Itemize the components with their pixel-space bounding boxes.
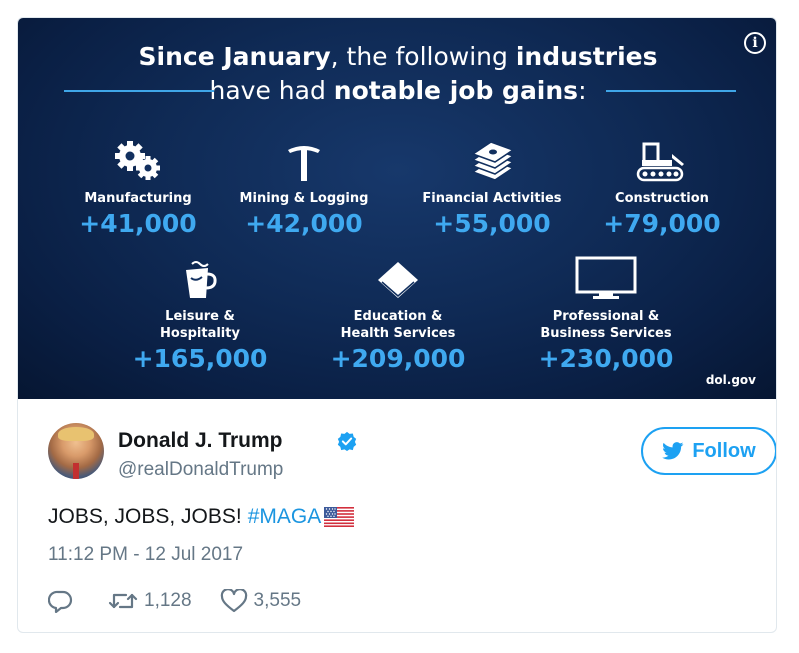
like-button[interactable]: 3,555 [220, 589, 302, 613]
like-count: 3,555 [253, 590, 302, 611]
headline-text-2: have had [209, 76, 334, 105]
tweet-text: JOBS, JOBS, JOBS! #MAGA [48, 505, 355, 529]
stat-value: +230,000 [538, 344, 674, 373]
stat-professional-business: Professional & Business Services +230,00… [516, 256, 696, 374]
headline-rule-left [64, 90, 214, 92]
infographic-headline: Since January, the following industries … [18, 40, 776, 108]
stat-label: Manufacturing [84, 191, 192, 206]
follow-label: Follow [692, 439, 756, 462]
source-label: dol.gov [705, 373, 756, 387]
tweet-card: i Since January, the following industrie… [17, 17, 777, 633]
stat-construction: Construction +79,000 [572, 138, 752, 239]
stat-label: Professional & Business Services [516, 308, 696, 342]
coffee-cup-icon [110, 256, 290, 300]
stat-financial-activities: Financial Activities +55,000 [402, 138, 582, 239]
heart-icon [220, 589, 247, 613]
reply-icon [48, 590, 73, 613]
stat-label-line: Leisure & [165, 309, 235, 324]
stat-leisure-hospitality: Leisure & Hospitality +165,000 [110, 256, 290, 374]
headline-rule-right [606, 90, 736, 92]
headline-bold-3: notable job gains [333, 76, 579, 105]
stat-label-line: Education & [353, 309, 443, 324]
headline-bold-1: Since January [138, 42, 331, 71]
stat-value: +42,000 [245, 209, 363, 238]
stat-label-line: Business Services [540, 326, 672, 341]
gears-icon [48, 138, 228, 182]
tweet-timestamp[interactable]: 11:12 PM - 12 Jul 2017 [48, 544, 243, 566]
retweet-count: 1,128 [144, 590, 192, 611]
us-flag-icon [324, 507, 355, 527]
stat-value: +55,000 [433, 209, 551, 238]
stat-label-line: Professional & [552, 309, 660, 324]
stat-mining-logging: Mining & Logging +42,000 [214, 138, 394, 239]
follow-button[interactable]: Follow [641, 427, 776, 475]
money-stack-icon [402, 138, 582, 182]
stat-value: +165,000 [132, 344, 268, 373]
stat-value: +79,000 [603, 209, 721, 238]
verified-badge-icon [337, 431, 357, 451]
retweet-icon [108, 593, 138, 609]
stat-value: +41,000 [79, 209, 197, 238]
monitor-icon [516, 256, 696, 300]
stat-label: Leisure & Hospitality [110, 308, 290, 342]
tweet-actions: 1,128 3,555 [48, 586, 301, 616]
retweet-button[interactable]: 1,128 [108, 590, 192, 612]
reply-button[interactable] [48, 589, 74, 613]
stat-label: Construction [615, 191, 709, 206]
stat-education-health: Education & Health Services +209,000 [308, 256, 488, 374]
twitter-bird-icon [662, 442, 684, 460]
avatar[interactable] [48, 423, 104, 479]
headline-bold-2: industries [515, 42, 658, 71]
user-handle[interactable]: @realDonaldTrump [118, 459, 283, 481]
headline-colon: : [578, 76, 587, 105]
tweet-media-image[interactable]: i Since January, the following industrie… [18, 18, 776, 399]
stat-label: Financial Activities [422, 191, 562, 206]
tweet-author: Donald J. Trump @realDonaldTrump Follow [48, 423, 776, 483]
stat-label: Education & Health Services [308, 308, 488, 342]
headline-text-1: , the following [330, 42, 516, 71]
book-icon [308, 256, 488, 300]
tweet-body: JOBS, JOBS, JOBS! [48, 505, 242, 528]
avatar-tie [73, 463, 79, 479]
hashtag-link[interactable]: #MAGA [248, 505, 322, 529]
stat-value: +209,000 [330, 344, 466, 373]
pickaxe-icon [214, 138, 394, 182]
stat-label-line: Hospitality [160, 326, 240, 341]
stat-manufacturing: Manufacturing +41,000 [48, 138, 228, 239]
bulldozer-icon [572, 138, 752, 182]
display-name[interactable]: Donald J. Trump [118, 429, 283, 453]
avatar-hair [58, 427, 94, 441]
stat-label: Mining & Logging [239, 191, 369, 206]
stat-label-line: Health Services [340, 326, 456, 341]
